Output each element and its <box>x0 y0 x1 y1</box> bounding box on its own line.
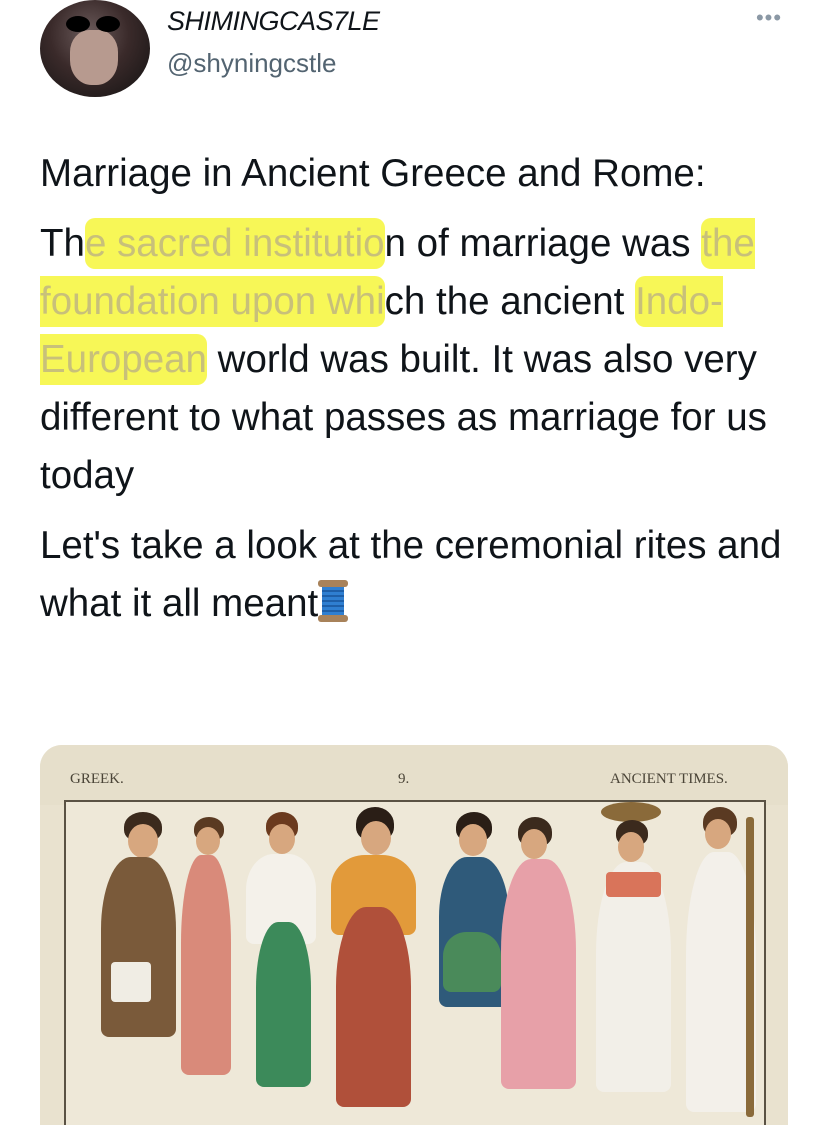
more-options-icon[interactable]: ••• <box>752 7 786 29</box>
figure-7 <box>586 802 676 1125</box>
text-segment: Let's take a look at the ceremonial rite… <box>40 524 782 625</box>
text-segment: n of marriage was <box>384 222 691 265</box>
plate-illustration <box>64 800 766 1125</box>
plate-label-left: GREEK. <box>70 771 124 787</box>
highlighted-text: e sacred institutio <box>84 218 385 269</box>
figure-1 <box>96 812 176 1125</box>
text-segment: ch the ancient <box>384 280 625 323</box>
figure-6 <box>496 817 576 1125</box>
display-name[interactable]: SHIMINGCAS7LE <box>167 6 380 37</box>
spool-of-thread-icon <box>318 580 349 622</box>
tweet-text: Marriage in Ancient Greece and Rome: The… <box>40 145 800 633</box>
tweet-paragraph-title: Marriage in Ancient Greece and Rome: <box>40 152 706 195</box>
avatar-lens-right <box>96 16 120 32</box>
plate-label-right: ANCIENT TIMES. <box>610 771 728 787</box>
tweet-paragraph-cta: Let's take a look at the ceremonial rite… <box>40 517 800 633</box>
tweet-paragraph-intro: The sacred institution of marriage was t… <box>40 215 800 505</box>
plate-header: GREEK. 9. ANCIENT TIMES. <box>40 745 788 805</box>
figure-3 <box>231 812 321 1125</box>
text-segment: Th <box>40 222 85 265</box>
avatar-face <box>70 30 118 85</box>
figure-4 <box>321 807 421 1125</box>
user-handle[interactable]: @shyningcstle <box>167 48 336 79</box>
figure-2 <box>176 817 236 1125</box>
tweet-header: SHIMINGCAS7LE @shyningcstle ••• <box>0 0 828 120</box>
avatar[interactable] <box>40 0 150 97</box>
figure-8 <box>681 807 761 1125</box>
tweet-media-image[interactable]: GREEK. 9. ANCIENT TIMES. <box>40 745 788 1125</box>
plate-label-center: 9. <box>398 771 410 787</box>
avatar-lens-left <box>66 16 90 32</box>
